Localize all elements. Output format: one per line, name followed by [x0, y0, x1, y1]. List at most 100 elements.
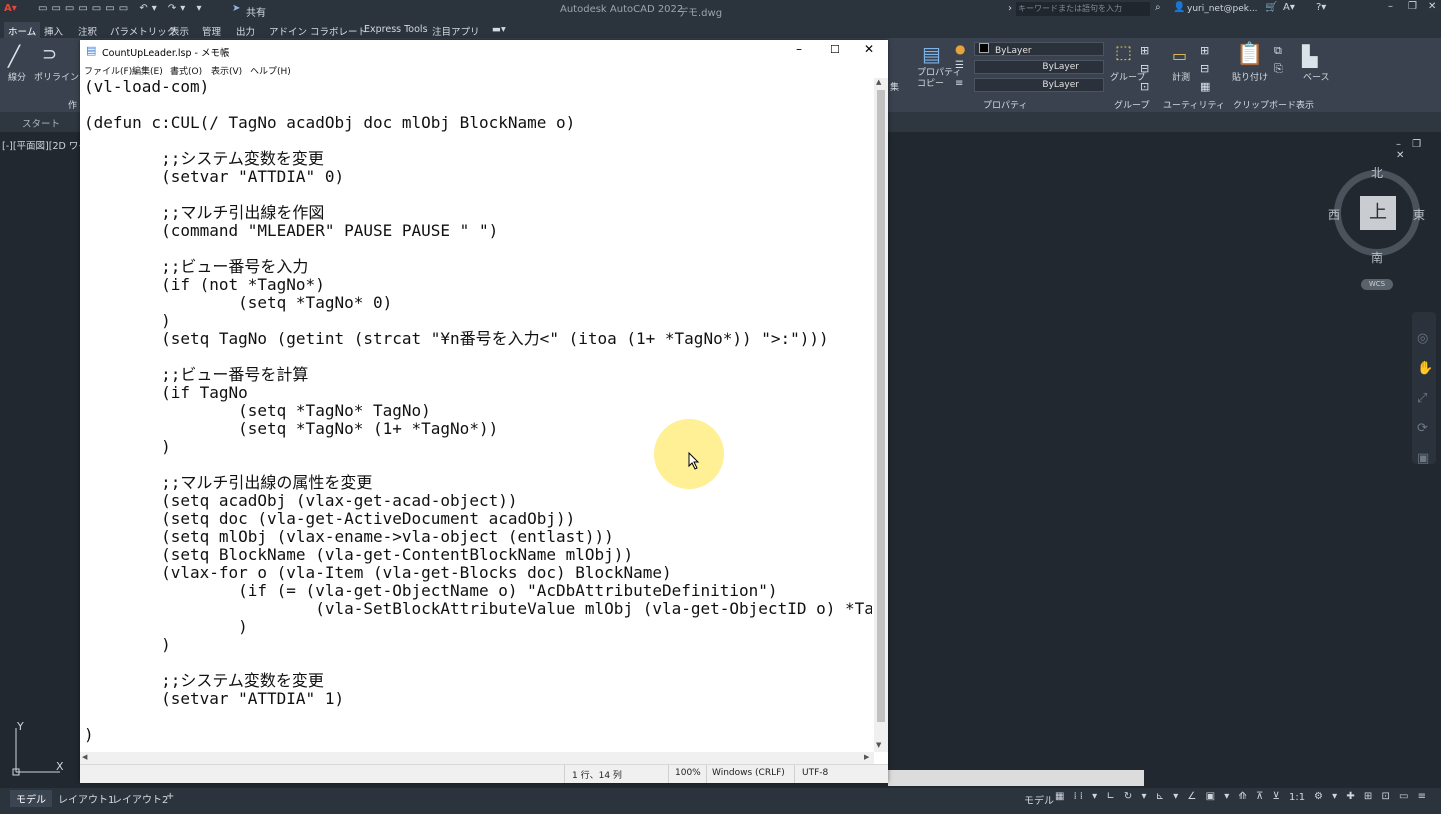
polyline-tool-label[interactable]: ポリライン [34, 70, 79, 83]
app-title: Autodesk AutoCAD 2022 [560, 4, 684, 15]
close-icon[interactable]: ✕ [1428, 1, 1436, 12]
compass-east[interactable]: 東 [1413, 206, 1425, 223]
ucs-y-label: Y [17, 720, 24, 733]
paste-label[interactable]: 貼り付け [1232, 70, 1268, 83]
menu-view[interactable]: 表示(V) [211, 64, 242, 77]
status-divider [564, 765, 565, 783]
share-icon[interactable]: ➤ [232, 3, 240, 14]
base-view-icon[interactable]: ▙ [1302, 44, 1317, 68]
notepad-window-title: CountUpLeader.lsp - メモ帳 [102, 48, 230, 59]
group-tools-icons[interactable]: ⊞ ⊟ ⊡ [1140, 42, 1149, 96]
scroll-down-icon[interactable]: ▼ [876, 741, 881, 749]
status-divider [668, 765, 669, 783]
status-divider [794, 765, 795, 783]
autodesk-a360-icon[interactable]: A▾ [1283, 2, 1295, 13]
linetype-dropdown[interactable]: ByLayer [974, 60, 1104, 74]
groups-panel-label[interactable]: グループ [1114, 98, 1149, 111]
workspace-icons[interactable]: ⚙ ▾ ✚ ⊞ ⊡ ▭ ≡ [1314, 791, 1429, 802]
model-space-toggle[interactable]: モデル [1024, 792, 1054, 807]
mouse-pointer-icon [688, 452, 700, 470]
add-layout-icon[interactable]: + [160, 790, 180, 803]
viewport-window-controls[interactable]: – ❐ ✕ [1396, 139, 1441, 161]
draw-panel-label-stub[interactable]: 作 [68, 98, 77, 111]
compass-south[interactable]: 南 [1371, 249, 1383, 266]
search-expand-icon[interactable]: › [1008, 3, 1012, 14]
measure-label[interactable]: 計測 [1172, 70, 1190, 83]
wcs-menu[interactable]: WCS [1361, 279, 1393, 290]
compass-west[interactable]: 西 [1328, 206, 1340, 223]
color-value: ByLayer [995, 46, 1032, 56]
measure-icon[interactable]: ▭ [1172, 46, 1187, 65]
status-divider [706, 765, 707, 783]
line-tool-label[interactable]: 線分 [8, 70, 26, 83]
minimize-icon[interactable]: – [1388, 1, 1393, 12]
notepad-window[interactable]: ▤ CountUpLeader.lsp - メモ帳 – ☐ ✕ ファイル(F) … [80, 40, 888, 783]
viewport-controls[interactable]: [-][平面図][2D ワイ [2, 138, 88, 152]
compass-north[interactable]: 北 [1371, 164, 1383, 181]
clipboard-panel-label[interactable]: クリップボード [1233, 98, 1296, 111]
notepad-maximize-icon[interactable]: ☐ [830, 43, 840, 56]
lineweight-dropdown[interactable]: ByLayer [974, 78, 1104, 92]
ucs-x-label: X [56, 760, 64, 773]
start-tab[interactable]: スタート [22, 116, 60, 130]
paste-icon[interactable]: 📋 [1236, 42, 1263, 67]
notepad-close-icon[interactable]: ✕ [864, 42, 874, 56]
menu-file[interactable]: ファイル(F) [84, 64, 132, 77]
line-tool-icon[interactable]: ╱ [8, 44, 20, 68]
notepad-menubar: ファイル(F) 編集(E) 書式(O) 表示(V) ヘルプ(H) [80, 62, 888, 78]
scroll-left-icon[interactable]: ◀ [82, 753, 87, 761]
restore-icon[interactable]: ❐ [1408, 1, 1417, 12]
annotation-scale[interactable]: 1:1 [1289, 792, 1305, 803]
menu-format[interactable]: 書式(O) [170, 64, 202, 77]
base-view-label[interactable]: ベース [1303, 70, 1330, 83]
notepad-text-editor[interactable]: (vl-load-com) (defun c:CUL(/ TagNo acadO… [84, 78, 872, 782]
horizontal-scrollbar[interactable]: ◀ ▶ [80, 752, 874, 764]
line-ending: Windows (CRLF) [712, 768, 785, 778]
match-properties-icon[interactable]: ▤ [922, 42, 941, 66]
notepad-app-icon: ▤ [86, 44, 97, 57]
menu-help[interactable]: ヘルプ(H) [250, 64, 291, 77]
polyline-tool-icon[interactable]: ⊃ [42, 44, 57, 65]
linetype-icon[interactable]: ☰ [955, 60, 964, 71]
scroll-right-icon[interactable]: ▶ [864, 753, 869, 761]
autocad-titlebar: A▾ ▭▭▭▭▭▭▭ ↶▾ ↷▾ ▾ ➤ 共有 Autodesk AutoCAD… [0, 0, 1441, 20]
drafting-settings-icons[interactable]: ▦ ⁞⁞ ▾ ∟ ↻ ▾ ⊾ ▾ ∠ ▣ ▾ ⟰ ⊼ ⊻ [1055, 791, 1283, 802]
autocad-logo-icon[interactable]: A▾ [4, 3, 17, 14]
status-bar: モデル レイアウト1 レイアウト2 + モデル ▦ ⁞⁞ ▾ ∟ ↻ ▾ ⊾ ▾… [0, 788, 1441, 814]
modify-panel-label-stub[interactable]: 集 [890, 80, 899, 93]
viewcube-top-face[interactable]: 上 [1360, 196, 1396, 230]
help-search-input[interactable]: キーワードまたは語句を入力 [1016, 2, 1150, 16]
layout-tab-model[interactable]: モデル [10, 790, 52, 807]
navigation-bar[interactable]: ◎ ✋ ⤢ ⟳ ▣ [1412, 312, 1436, 466]
navigation-tools-icons[interactable]: ◎ ✋ ⤢ ⟳ ▣ [1417, 324, 1433, 474]
tab-express-tools[interactable]: Express Tools [360, 22, 432, 37]
clipboard-tools-icons[interactable]: ⧉ ⎘ [1274, 42, 1283, 78]
scroll-up-icon[interactable]: ▲ [876, 78, 881, 86]
encoding: UTF-8 [802, 768, 829, 778]
color-dropdown[interactable]: ByLayer [974, 42, 1104, 56]
ribbon-toggle-icon[interactable]: ▬▾ [488, 22, 510, 37]
cursor-position: 1 行、14 列 [572, 771, 622, 781]
color-wheel-icon[interactable]: ● [955, 42, 965, 56]
view-panel-label[interactable]: 表示 [1296, 98, 1314, 111]
share-label[interactable]: 共有 [246, 4, 266, 19]
group-icon[interactable]: ⬚ [1115, 42, 1132, 63]
utility-tools-icons[interactable]: ⊞ ⊟ ▦ [1200, 42, 1210, 96]
vertical-scroll-thumb[interactable] [877, 90, 885, 722]
notepad-minimize-icon[interactable]: – [796, 42, 802, 56]
menu-edit[interactable]: 編集(E) [132, 64, 163, 77]
user-account[interactable]: yuri_net@pek... [1187, 4, 1258, 14]
properties-panel-label[interactable]: プロパティ [983, 98, 1027, 111]
notepad-titlebar[interactable]: ▤ CountUpLeader.lsp - メモ帳 – ☐ ✕ [80, 40, 888, 62]
notepad-status-bar: 1 行、14 列 100% Windows (CRLF) UTF-8 [80, 764, 888, 783]
utilities-panel-label[interactable]: ユーティリティ [1163, 98, 1225, 111]
drawing-file-name: デモ.dwg [678, 8, 723, 19]
command-line-stub[interactable] [888, 770, 1144, 786]
search-icon[interactable]: ⌕ [1155, 2, 1161, 13]
cart-icon[interactable]: 🛒 [1265, 2, 1277, 13]
user-icon[interactable]: 👤 [1173, 2, 1185, 13]
ribbon-tab-bar: ホーム 挿入 注釈 パラメトリック 表示 管理 出力 アドイン コラボレート E… [0, 20, 1441, 40]
help-icon[interactable]: ?▾ [1316, 2, 1326, 13]
lineweight-icon[interactable]: ≡ [955, 78, 963, 89]
quick-access-toolbar-icons[interactable]: ▭▭▭▭▭▭▭ ↶▾ ↷▾ ▾ [38, 3, 206, 14]
